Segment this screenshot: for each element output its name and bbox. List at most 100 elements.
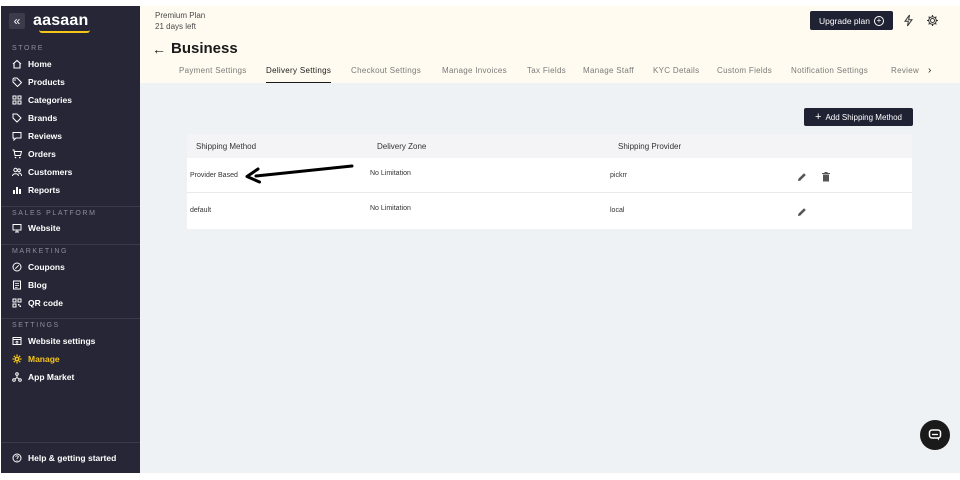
chat-support-button[interactable] <box>920 420 950 450</box>
sidebar-divider <box>1 206 140 207</box>
sidebar-item-qr-code[interactable]: QR code <box>12 296 63 310</box>
column-header-delivery-zone: Delivery Zone <box>377 142 427 151</box>
sidebar-item-website[interactable]: Website <box>12 221 60 235</box>
cell-shipping-method: default <box>190 207 212 214</box>
plus-circle-icon: + <box>874 15 885 26</box>
logo: aasaan <box>33 12 91 33</box>
sidebar: « aasaan STORE Home Products Categories … <box>1 6 140 473</box>
sidebar-item-home[interactable]: Home <box>12 57 52 71</box>
section-label-marketing: MARKETING <box>12 248 69 255</box>
sidebar-item-label: Products <box>28 77 65 87</box>
table-row: default No Limitation local <box>187 193 912 228</box>
grid-icon <box>12 95 22 105</box>
gear-icon[interactable] <box>926 14 939 27</box>
section-label-store: STORE <box>12 45 44 52</box>
section-label-sales-platform: SALES PLATFORM <box>12 210 97 217</box>
sidebar-item-reviews[interactable]: Reviews <box>12 129 62 143</box>
sidebar-item-label: Website settings <box>28 336 96 346</box>
sidebar-divider <box>1 318 140 319</box>
tab-kyc-details[interactable]: KYC Details <box>653 66 699 83</box>
lightning-icon[interactable] <box>902 14 915 27</box>
plus-icon: + <box>815 111 822 123</box>
sidebar-item-label: Customers <box>28 167 73 177</box>
back-arrow-icon[interactable]: ← <box>152 41 166 57</box>
column-header-shipping-method: Shipping Method <box>196 142 257 151</box>
sidebar-item-manage[interactable]: Manage <box>12 352 60 366</box>
tab-delivery-settings[interactable]: Delivery Settings <box>266 66 332 83</box>
apps-icon <box>12 372 22 382</box>
sidebar-item-customers[interactable]: Customers <box>12 165 72 179</box>
qr-code-icon <box>12 298 22 308</box>
sidebar-item-label: Blog <box>28 280 47 290</box>
sidebar-item-help[interactable]: Help & getting started <box>12 451 116 465</box>
upgrade-plan-label: Upgrade plan <box>818 15 871 26</box>
collapse-sidebar-button[interactable]: « <box>9 13 25 29</box>
chat-bubble-icon <box>928 429 942 441</box>
plan-name: Premium Plan <box>155 11 206 20</box>
help-icon <box>12 453 22 463</box>
add-shipping-method-button[interactable]: + Add Shipping Method <box>804 108 913 126</box>
gear-icon <box>12 354 22 364</box>
sidebar-item-website-settings[interactable]: Website settings <box>12 334 95 348</box>
main-content: + Add Shipping Method Shipping Method De… <box>140 83 960 473</box>
column-header-shipping-provider: Shipping Provider <box>618 142 682 151</box>
sidebar-item-coupons[interactable]: Coupons <box>12 260 65 274</box>
sidebar-item-label: QR code <box>28 298 63 308</box>
cell-delivery-zone: No Limitation <box>370 205 411 212</box>
page-title: Business <box>171 40 238 57</box>
sidebar-item-label: Manage <box>28 354 60 364</box>
users-icon <box>12 167 22 177</box>
bar-chart-icon <box>12 185 22 195</box>
plan-info: Premium Plan 21 days left <box>155 10 205 32</box>
sidebar-divider <box>1 244 140 245</box>
sidebar-item-label: Reports <box>28 185 61 195</box>
sidebar-item-label: Reviews <box>28 131 63 141</box>
monitor-icon <box>12 223 22 233</box>
sidebar-item-categories[interactable]: Categories <box>12 93 72 107</box>
chat-icon <box>12 131 22 141</box>
top-header: Premium Plan 21 days left ← Business Upg… <box>140 6 960 83</box>
sidebar-item-label: Home <box>28 59 52 69</box>
home-icon <box>12 59 22 69</box>
sidebar-item-label: Website <box>28 223 61 233</box>
tab-manage-invoices[interactable]: Manage Invoices <box>442 66 507 83</box>
cell-shipping-provider: pickrr <box>610 172 628 179</box>
sidebar-item-brands[interactable]: Brands <box>12 111 57 125</box>
tab-manage-staff[interactable]: Manage Staff <box>583 66 634 83</box>
cell-shipping-method: Provider Based <box>190 172 238 179</box>
document-icon <box>12 280 22 290</box>
browser-icon <box>12 336 22 346</box>
chevron-right-icon[interactable]: › <box>928 65 931 76</box>
trash-icon[interactable] <box>820 170 832 182</box>
app-root: « aasaan STORE Home Products Categories … <box>0 0 960 473</box>
pencil-icon[interactable] <box>796 170 808 182</box>
sidebar-item-app-market[interactable]: App Market <box>12 370 74 384</box>
cart-icon <box>12 149 22 159</box>
upgrade-plan-button[interactable]: Upgrade plan + <box>810 11 893 30</box>
sidebar-item-blog[interactable]: Blog <box>12 278 47 292</box>
sidebar-item-label: Help & getting started <box>28 453 117 463</box>
tab-payment-settings[interactable]: Payment Settings <box>179 66 247 83</box>
logo-text: aasaan <box>33 12 89 29</box>
logo-smile-icon <box>39 30 91 33</box>
annotation-arrow-icon <box>245 164 354 184</box>
sidebar-item-reports[interactable]: Reports <box>12 183 60 197</box>
table-header: Shipping Method Delivery Zone Shipping P… <box>187 134 912 158</box>
add-shipping-method-label: Add Shipping Method <box>825 112 902 122</box>
tab-notification-settings[interactable]: Notification Settings <box>791 66 868 83</box>
tab-custom-fields[interactable]: Custom Fields <box>717 66 772 83</box>
sidebar-item-label: Categories <box>28 95 72 105</box>
sidebar-divider <box>1 442 140 443</box>
sidebar-item-label: Coupons <box>28 262 65 272</box>
sidebar-item-products[interactable]: Products <box>12 75 65 89</box>
page-title-row: ← Business <box>152 40 238 57</box>
tab-tax-fields[interactable]: Tax Fields <box>527 66 566 83</box>
sidebar-item-orders[interactable]: Orders <box>12 147 56 161</box>
tag-icon <box>12 77 22 87</box>
sidebar-item-label: App Market <box>28 372 75 382</box>
pencil-icon[interactable] <box>796 205 808 217</box>
percent-circle-icon <box>12 262 22 272</box>
brand: « aasaan <box>9 12 91 33</box>
tab-checkout-settings[interactable]: Checkout Settings <box>351 66 421 83</box>
tab-review[interactable]: Review <box>891 66 919 83</box>
